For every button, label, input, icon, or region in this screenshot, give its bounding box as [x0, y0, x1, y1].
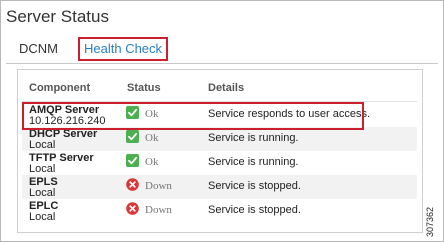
- component-location: 10.126.216.240: [29, 115, 106, 127]
- page-title: Server Status: [6, 7, 109, 26]
- table-row: TFTP Server Local Ok Service is running.: [22, 151, 417, 175]
- check-icon: [126, 154, 139, 167]
- tab-health-check[interactable]: Health Check: [78, 37, 169, 61]
- x-circle-icon: [126, 178, 139, 191]
- tab-dcnm[interactable]: DCNM: [19, 41, 58, 56]
- table-row: DHCP Server Local Ok Service is running.: [22, 127, 417, 151]
- status-details: Service is stopped.: [208, 204, 301, 216]
- column-header-details: Details: [208, 82, 245, 94]
- status-details: Service is running.: [208, 132, 299, 144]
- status-details: Service responds to user access.: [208, 108, 371, 120]
- status-text: Ok: [145, 108, 159, 120]
- status-text: Ok: [145, 156, 159, 168]
- component-location: Local: [29, 163, 56, 175]
- table-row: EPLC Local Down Service is stopped.: [22, 199, 417, 223]
- status-details: Service is stopped.: [208, 180, 301, 192]
- status-text: Ok: [145, 132, 159, 144]
- check-icon: [126, 130, 139, 143]
- tab-bar-divider: [6, 63, 438, 64]
- column-header-status: Status: [127, 82, 161, 94]
- figure-id: 307362: [425, 206, 435, 237]
- component-location: Local: [29, 211, 56, 223]
- status-text: Down: [145, 180, 172, 192]
- status-details: Service is running.: [208, 156, 299, 168]
- table-row: EPLS Local Down Service is stopped.: [22, 175, 417, 199]
- header-divider: [22, 101, 417, 102]
- x-circle-icon: [126, 202, 139, 215]
- status-text: Down: [145, 204, 172, 216]
- component-location: Local: [29, 139, 56, 151]
- column-header-component: Component: [29, 82, 91, 94]
- check-icon: [126, 106, 139, 119]
- table-row: AMQP Server 10.126.216.240 Ok Service re…: [22, 103, 417, 127]
- component-location: Local: [29, 187, 56, 199]
